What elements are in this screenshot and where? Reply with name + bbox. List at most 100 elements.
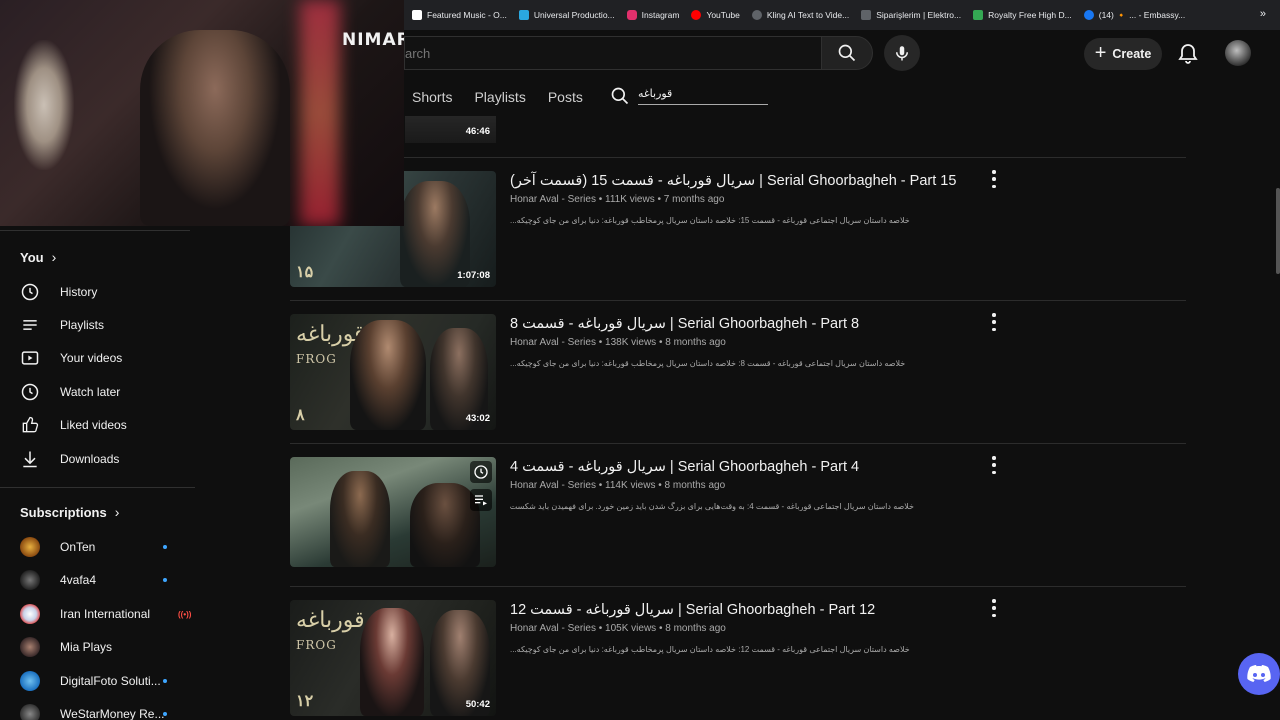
sidebar-item-liked-videos[interactable]: Liked videos [20,413,127,437]
subscription-item[interactable]: Iran International ((•)) [20,603,191,625]
channel-avatar [20,570,40,590]
bookmark-item[interactable]: Universal Productio... [518,10,615,20]
bookmark-item[interactable]: (14) 🔸 ... - Embassy... [1083,10,1185,21]
channel-avatar [20,604,40,624]
channel-tabs: Shorts Playlists Posts [412,86,583,108]
channel-name[interactable]: Honar Aval - Series [510,623,596,634]
subscription-item[interactable]: DigitalFoto Soluti... [20,670,180,692]
discord-icon[interactable] [1238,653,1280,695]
bookmarks-overflow-icon[interactable]: » [1260,8,1266,20]
bookmark-item[interactable]: Instagram [626,10,679,20]
upload-age: 8 months ago [665,337,726,348]
video-description: خلاصه داستان سریال اجتماعی قورباغه - قسم… [510,645,910,654]
video-description: خلاصه داستان سریال اجتماعی قورباغه - قسم… [510,359,906,368]
upload-age: 8 months ago [665,623,726,634]
sidebar-item-playlists[interactable]: Playlists [20,313,104,337]
bookmark-favicon-icon [751,10,762,20]
more-actions-icon[interactable] [988,313,1000,331]
row-separator [290,157,1186,158]
live-indicator-icon: ((•)) [178,609,192,619]
video-meta: Honar Aval - Series • 138K views • 8 mon… [510,337,726,348]
download-icon [20,449,40,469]
more-actions-icon[interactable] [988,170,1000,188]
view-count: 138K views [605,337,657,348]
bookmark-favicon-icon [412,10,422,20]
watch-later-icon[interactable] [470,461,492,483]
bookmark-item[interactable]: Royalty Free High D... [973,10,1072,20]
row-separator [290,300,1186,301]
add-to-queue-icon[interactable] [470,489,492,511]
row-separator [290,586,1186,587]
search-box[interactable] [404,36,821,70]
bookmark-item[interactable]: Kling AI Text to Vide... [751,10,849,20]
account-avatar[interactable] [1225,40,1251,66]
create-button[interactable]: + Create [1084,38,1162,70]
subscription-item[interactable]: 4vafa4 [20,569,180,591]
search-button[interactable] [821,36,873,70]
video-thumbnail[interactable]: قورباغه FROG ۸ 43:02 [290,314,496,430]
streamer [140,30,290,226]
video-title[interactable]: سریال قورباغه - قسمت 15 (قسمت آخر) | Ser… [510,173,956,189]
video-meta: Honar Aval - Series • 111K views • 7 mon… [510,194,725,205]
microphone-icon [896,46,908,61]
row-separator [290,443,1186,444]
more-actions-icon[interactable] [988,599,1000,617]
bookmark-item[interactable]: Siparişlerim | Elektro... [861,10,961,20]
channel-avatar [20,671,40,691]
sidebar-divider [0,230,190,231]
subscription-item[interactable]: WeStarMoney Re... [20,703,180,720]
bookmark-item[interactable]: YouTube [691,10,740,20]
scrollbar-thumb[interactable] [1276,188,1280,274]
channel-name[interactable]: Honar Aval - Series [510,337,596,348]
video-meta: Honar Aval - Series • 105K views • 8 mon… [510,623,726,634]
view-count: 111K views [605,194,655,205]
history-icon [20,282,40,302]
channel-name[interactable]: Honar Aval - Series [510,194,596,205]
video-thumbnail[interactable]: قورباغه FROG ۱۲ 50:42 [290,600,496,716]
plus-icon: + [1094,42,1107,64]
bookmark-item[interactable]: Featured Music - O... [412,10,507,20]
video-title[interactable]: سریال قورباغه - قسمت 12 | Serial Ghoorba… [510,602,875,618]
sidebar-divider [0,487,195,488]
sidebar-item-history[interactable]: History [20,280,97,304]
search-icon[interactable] [610,86,630,106]
video-duration: 50:42 [465,699,490,710]
video-title[interactable]: سریال قورباغه - قسمت 8 | Serial Ghoorbag… [510,316,859,332]
search-icon [838,44,856,62]
subscription-item[interactable]: Mia Plays [20,636,180,658]
sidebar-item-your-videos[interactable]: Your videos [20,346,122,370]
more-actions-icon[interactable] [988,456,1000,474]
channel-search-input[interactable]: قورباغه [638,87,768,105]
channel-avatar [20,704,40,720]
video-duration: 1:07:08 [457,270,490,281]
tab-posts[interactable]: Posts [548,89,583,105]
sidebar-item-downloads[interactable]: Downloads [20,447,119,471]
neon-sign: NIMAR [342,30,404,50]
video-duration: 46:46 [465,126,490,137]
tab-shorts[interactable]: Shorts [412,89,452,105]
webcam-overlay: NIMAR [0,0,404,226]
youtube-icon [691,10,702,20]
sidebar-you-heading[interactable]: You › [20,249,56,265]
subscription-item[interactable]: OnTen [20,536,180,558]
sidebar-item-watch-later[interactable]: Watch later [20,380,120,404]
video-title[interactable]: سریال قورباغه - قسمت 4 | Serial Ghoorbag… [510,459,859,475]
thumbnail-hover-actions [470,461,492,511]
channel-search[interactable]: قورباغه [610,86,768,106]
chevron-right-icon: › [114,504,120,520]
notifications-bell-icon[interactable] [1176,42,1200,66]
voice-search-button[interactable] [884,35,920,71]
tab-playlists[interactable]: Playlists [474,89,525,105]
channel-name[interactable]: Honar Aval - Series [510,480,596,491]
video-thumbnail[interactable]: 46:46 [405,116,496,143]
bookmark-favicon-icon [973,10,984,20]
sidebar-subscriptions-heading[interactable]: Subscriptions › [20,504,119,520]
channel-avatar [20,537,40,557]
video-thumbnail[interactable] [290,457,496,567]
facebook-icon [1083,10,1094,20]
video-description: خلاصه داستان سریال اجتماعی قورباغه - قسم… [510,216,910,225]
video-meta: Honar Aval - Series • 114K views • 8 mon… [510,480,726,491]
new-content-dot [163,578,167,582]
search-input[interactable] [405,37,821,69]
thumbs-up-icon [20,415,40,435]
